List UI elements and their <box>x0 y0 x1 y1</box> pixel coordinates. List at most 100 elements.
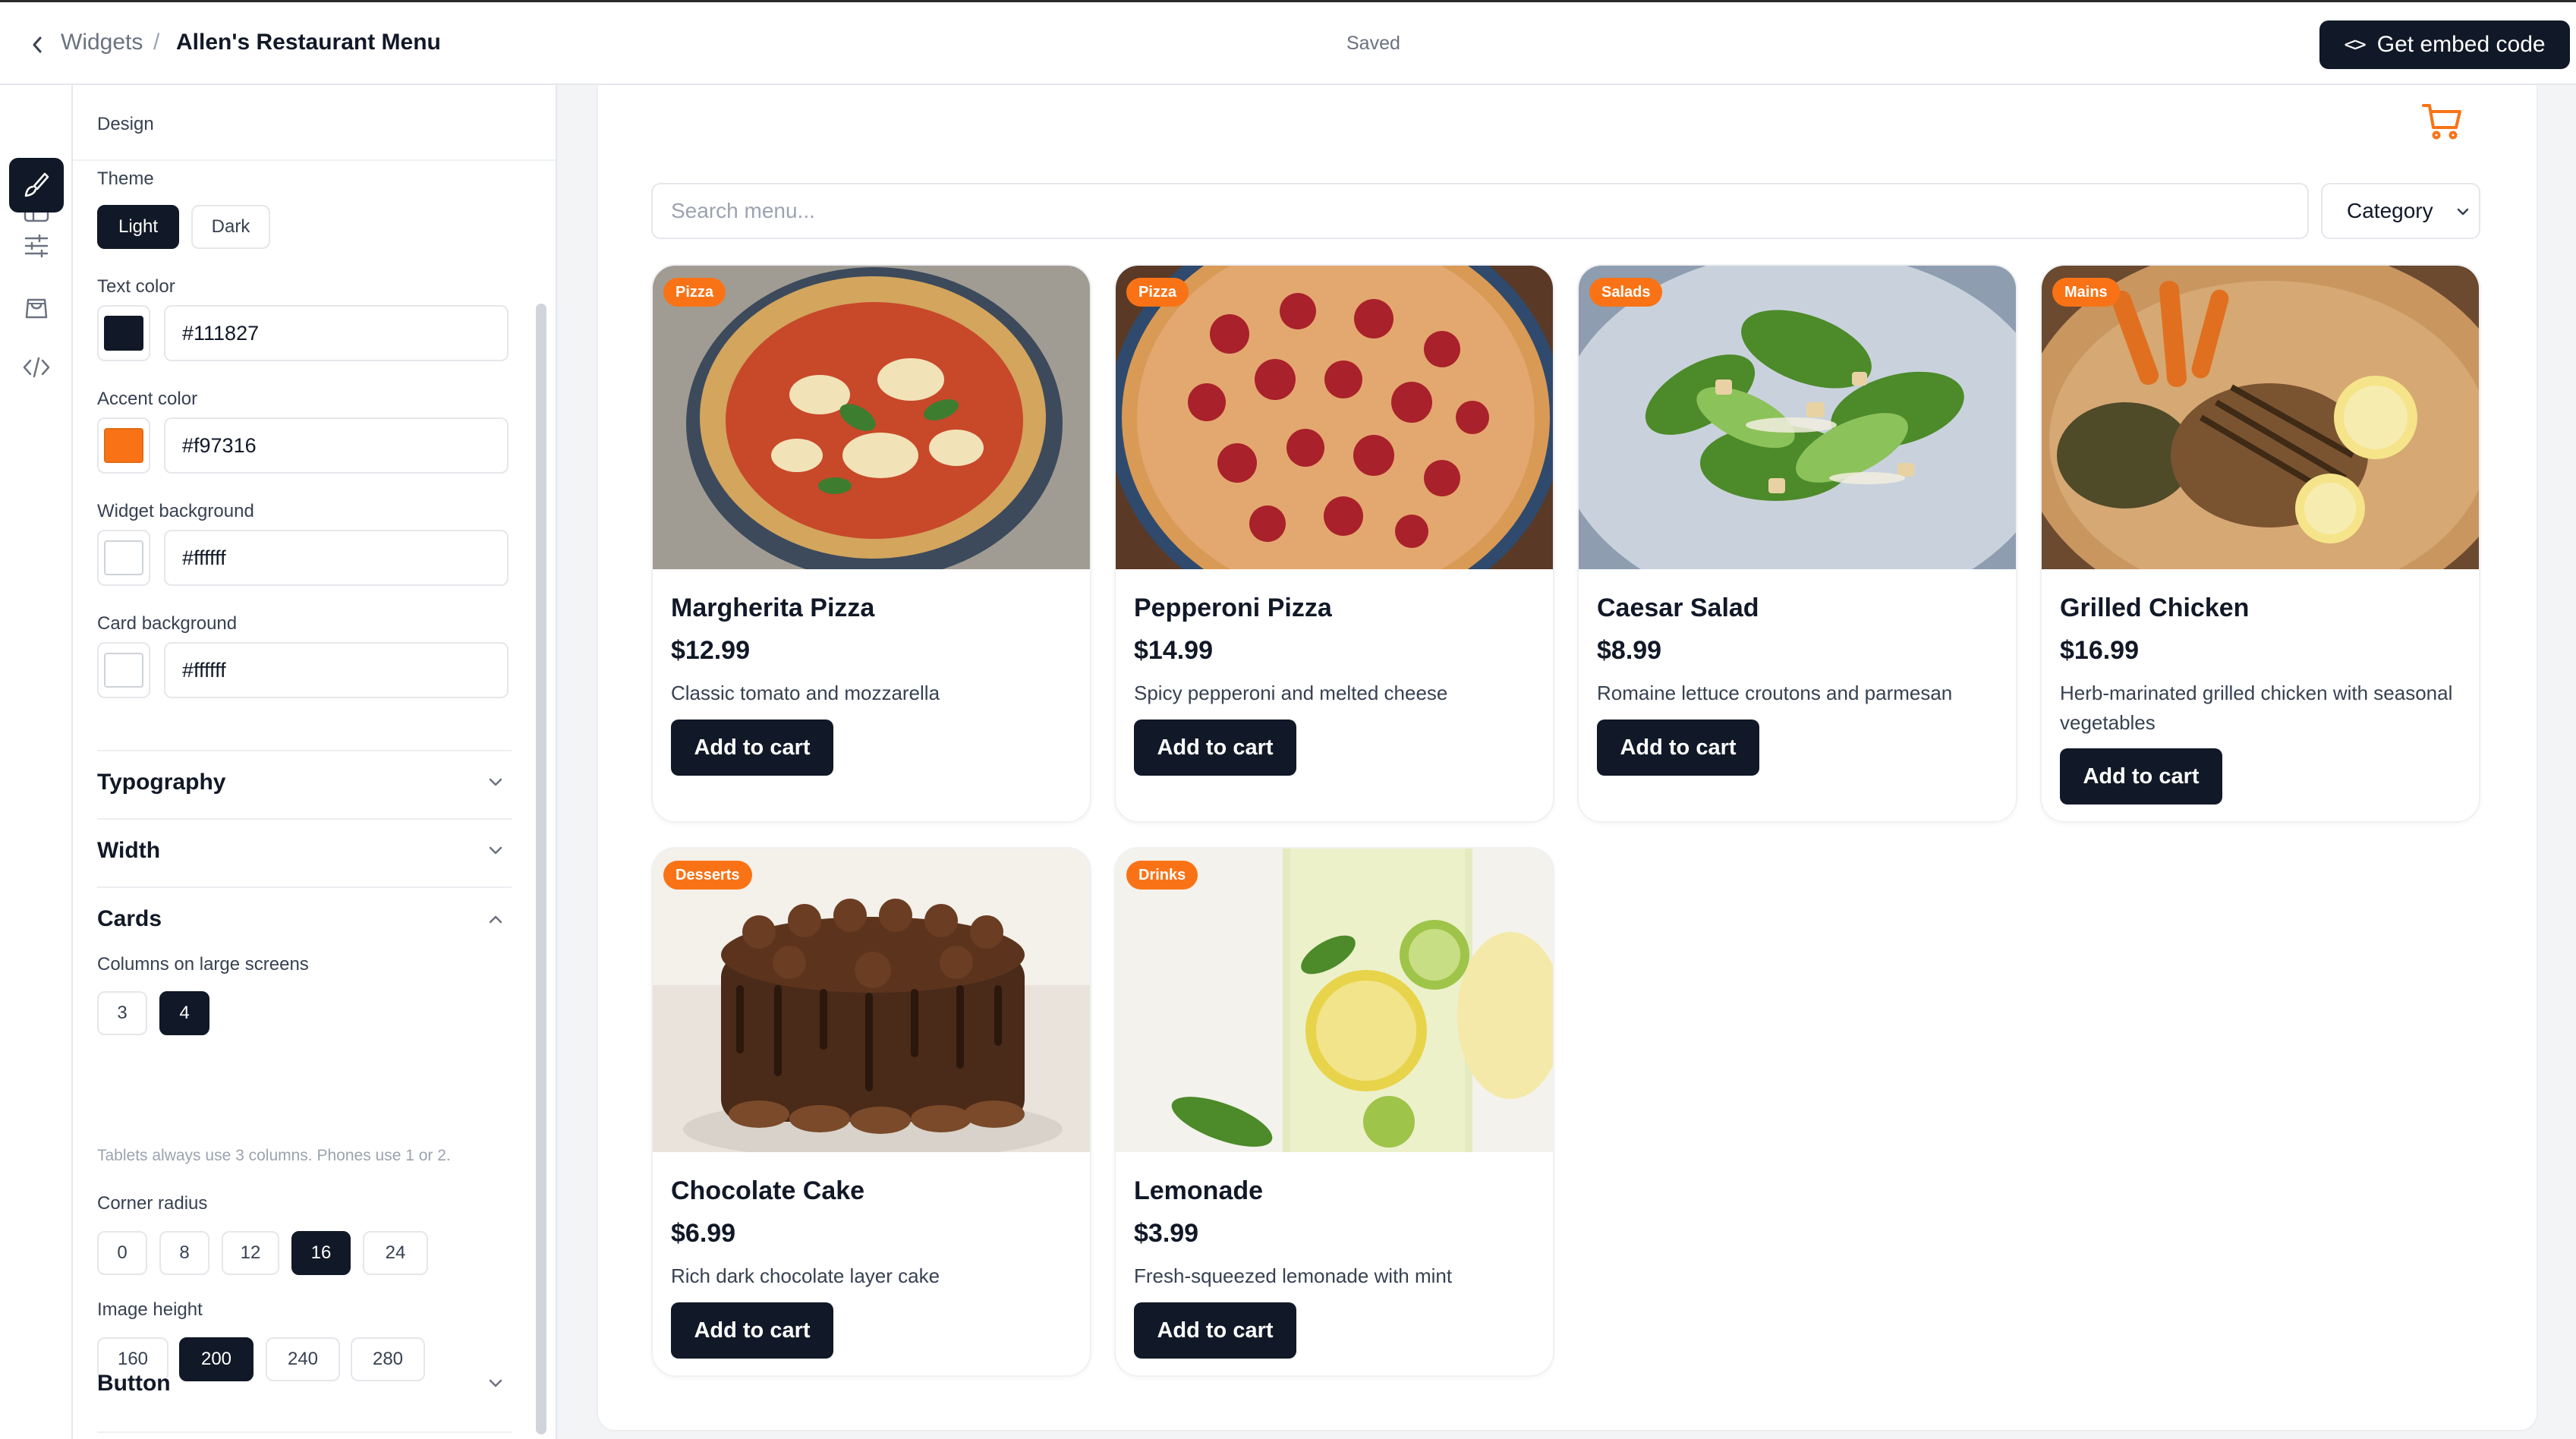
chocolate-cake-image: Desserts <box>653 849 1090 1152</box>
sliders-icon[interactable] <box>9 219 64 273</box>
item-name: Margherita Pizza <box>671 594 875 622</box>
category-badge: Pizza <box>1126 278 1189 307</box>
item-description: Classic tomato and mozzarella <box>671 682 940 704</box>
code-icon[interactable] <box>9 340 64 395</box>
chevron-up-icon[interactable] <box>486 909 505 929</box>
card-background-swatch[interactable] <box>97 642 150 698</box>
get-embed-code-button[interactable]: <> Get embed code <box>2319 20 2570 69</box>
menu-card: Salads Caesar Salad $8.99 Romaine lettuc… <box>1577 264 2017 823</box>
section-divider <box>97 750 512 751</box>
add-to-cart-button[interactable]: Add to cart <box>1597 720 1759 776</box>
add-to-cart-button[interactable]: Add to cart <box>671 720 833 776</box>
card-background-label: Card background <box>97 613 238 634</box>
widget-background-label: Widget background <box>97 501 254 521</box>
card-background-input[interactable]: #ffffff <box>164 642 509 698</box>
caesar-salad-image: Salads <box>1579 266 2016 569</box>
code-brackets-icon: <> <box>2344 33 2366 56</box>
radius-option-16[interactable]: 16 <box>291 1231 351 1275</box>
top-bar: Widgets / Allen's Restaurant Menu Saved … <box>0 0 2576 85</box>
category-select[interactable]: Category <box>2321 183 2480 239</box>
grilled-chicken-image: Mains <box>2042 266 2479 569</box>
accent-color-input[interactable]: #f97316 <box>164 417 509 474</box>
section-divider <box>97 818 512 820</box>
breadcrumb-widgets-link[interactable]: Widgets <box>61 30 143 55</box>
add-to-cart-button[interactable]: Add to cart <box>1134 720 1296 776</box>
widget-background-input[interactable]: #ffffff <box>164 530 509 586</box>
add-to-cart-button[interactable]: Add to cart <box>2060 748 2222 805</box>
pepperoni-pizza-image: Pizza <box>1116 266 1553 569</box>
menu-card: Drinks Lemonade $3.99 Fresh-squeezed lem… <box>1114 847 1554 1377</box>
columns-label: Columns on large screens <box>97 954 309 975</box>
image-height-option-240[interactable]: 240 <box>266 1337 340 1381</box>
width-section-toggle[interactable]: Width <box>97 838 160 864</box>
section-divider <box>97 1431 512 1433</box>
category-badge: Pizza <box>663 278 726 307</box>
radius-option-8[interactable]: 8 <box>159 1231 209 1275</box>
item-name: Pepperoni Pizza <box>1134 594 1332 622</box>
back-chevron-icon[interactable] <box>26 31 49 58</box>
panel-scrollbar[interactable] <box>536 304 546 1434</box>
item-description: Spicy pepperoni and melted cheese <box>1134 682 1448 704</box>
item-price: $3.99 <box>1134 1219 1199 1248</box>
accent-color-swatch[interactable] <box>97 417 150 474</box>
lemonade-image: Drinks <box>1116 849 1553 1152</box>
item-name: Grilled Chicken <box>2060 594 2250 622</box>
design-panel-header: Design <box>73 85 556 161</box>
embed-button-label: Get embed code <box>2376 32 2546 57</box>
category-label: Category <box>2347 199 2433 222</box>
margherita-pizza-image: Pizza <box>653 266 1090 569</box>
button-section-toggle[interactable]: Button <box>97 1371 171 1396</box>
add-to-cart-button[interactable]: Add to cart <box>1134 1302 1296 1359</box>
columns-option-3[interactable]: 3 <box>97 991 147 1035</box>
text-color-input[interactable]: #111827 <box>164 305 509 361</box>
search-menu-input[interactable]: Search menu... <box>651 183 2309 239</box>
cart-icon[interactable] <box>2421 102 2464 141</box>
breadcrumb-separator: / <box>153 30 160 55</box>
menu-card: Desserts Chocolate Cake $6.99 Rich dark … <box>651 847 1091 1377</box>
chevron-down-icon[interactable] <box>486 773 505 792</box>
chevron-down-icon[interactable] <box>486 841 505 861</box>
save-status: Saved <box>1346 33 1400 54</box>
columns-option-4[interactable]: 4 <box>159 991 209 1035</box>
add-to-cart-button[interactable]: Add to cart <box>671 1302 833 1359</box>
radius-option-24[interactable]: 24 <box>363 1231 428 1275</box>
design-panel: Design Theme Light Dark Text color #1118… <box>73 85 557 1439</box>
text-color-swatch[interactable] <box>97 305 150 361</box>
bag-icon[interactable] <box>9 279 64 334</box>
theme-dark-button[interactable]: Dark <box>191 205 270 249</box>
accent-color-label: Accent color <box>97 389 198 409</box>
chevron-down-icon[interactable] <box>486 1374 505 1393</box>
item-name: Caesar Salad <box>1597 594 1759 622</box>
theme-light-button[interactable]: Light <box>97 205 179 249</box>
cards-section-toggle[interactable]: Cards <box>97 906 162 932</box>
design-heading: Design <box>97 114 154 134</box>
columns-hint: Tablets always use 3 columns. Phones use… <box>97 1147 451 1164</box>
corner-radius-label: Corner radius <box>97 1193 208 1214</box>
radius-option-12[interactable]: 12 <box>222 1231 279 1275</box>
item-price: $8.99 <box>1597 636 1662 665</box>
item-description: Fresh-squeezed lemonade with mint <box>1134 1264 1453 1287</box>
item-description: Herb-marinated grilled chicken with seas… <box>2060 682 2453 734</box>
chevron-down-icon <box>2457 208 2469 216</box>
theme-label: Theme <box>97 168 154 189</box>
category-badge: Salads <box>1589 278 1663 307</box>
text-color-label: Text color <box>97 276 175 297</box>
image-height-label: Image height <box>97 1299 203 1320</box>
item-price: $6.99 <box>671 1219 736 1248</box>
menu-card: Pizza Margherita Pizza $12.99 Classic to… <box>651 264 1091 823</box>
menu-card: Mains Grilled Chicken $16.99 Herb-marina… <box>2040 264 2480 823</box>
radius-option-0[interactable]: 0 <box>97 1231 147 1275</box>
item-name: Lemonade <box>1134 1176 1264 1205</box>
section-divider <box>97 886 512 888</box>
item-name: Chocolate Cake <box>671 1176 865 1205</box>
item-description: Rich dark chocolate layer cake <box>671 1264 940 1287</box>
widget-background-swatch[interactable] <box>97 530 150 586</box>
left-rail <box>0 85 73 1439</box>
category-badge: Desserts <box>663 861 752 890</box>
category-badge: Drinks <box>1126 861 1198 890</box>
image-height-option-200[interactable]: 200 <box>179 1337 254 1381</box>
brush-icon[interactable] <box>9 158 64 213</box>
image-height-option-280[interactable]: 280 <box>351 1337 425 1381</box>
menu-card: Pizza Pepperoni Pizza $14.99 Spicy peppe… <box>1114 264 1554 823</box>
typography-section-toggle[interactable]: Typography <box>97 770 225 795</box>
